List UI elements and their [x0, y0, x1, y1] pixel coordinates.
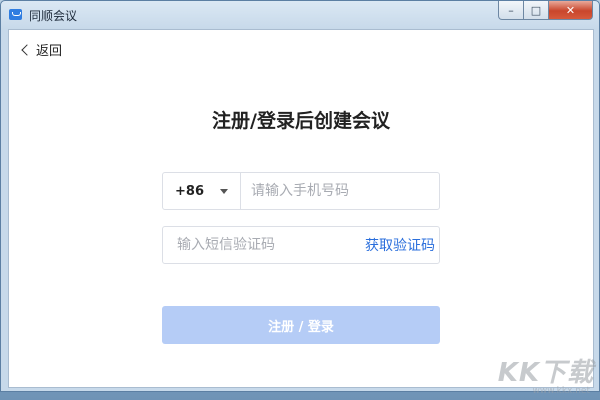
- country-code-select[interactable]: +86: [163, 173, 241, 209]
- page-title: 注册/登录后创建会议: [212, 110, 390, 132]
- watermark-logo: KK下载 www.kkx.net: [482, 352, 594, 396]
- maximize-button[interactable]: □: [524, 1, 549, 20]
- window-controls: – □ ✕: [498, 1, 593, 21]
- register-login-button[interactable]: 注册 / 登录: [162, 306, 440, 344]
- app-logo-icon: [9, 9, 22, 20]
- app-window: 同顺会议 – □ ✕ 返回 注册/登录后创建会议 +86 获取验证码 注册 / …: [0, 0, 600, 392]
- sms-code-input[interactable]: [163, 227, 365, 263]
- chevron-left-icon: [21, 44, 33, 56]
- watermark-text: KK下载: [497, 358, 594, 388]
- phone-field-group: +86: [162, 172, 440, 210]
- back-button[interactable]: 返回: [21, 40, 63, 59]
- minimize-button[interactable]: –: [498, 1, 524, 20]
- sms-code-field-group: 获取验证码: [162, 226, 440, 264]
- login-panel: 返回 注册/登录后创建会议 +86 获取验证码 注册 / 登录: [8, 29, 594, 388]
- phone-number-input[interactable]: [241, 173, 439, 209]
- title-bar[interactable]: 同顺会议 – □ ✕: [1, 1, 599, 29]
- close-button[interactable]: ✕: [549, 1, 593, 20]
- caret-down-icon: [219, 188, 228, 194]
- get-code-link[interactable]: 获取验证码: [365, 235, 451, 255]
- country-code-value: +86: [175, 183, 204, 199]
- window-title: 同顺会议: [29, 9, 78, 23]
- back-label: 返回: [36, 44, 63, 59]
- watermark-subtext: www.kkx.net: [532, 386, 591, 396]
